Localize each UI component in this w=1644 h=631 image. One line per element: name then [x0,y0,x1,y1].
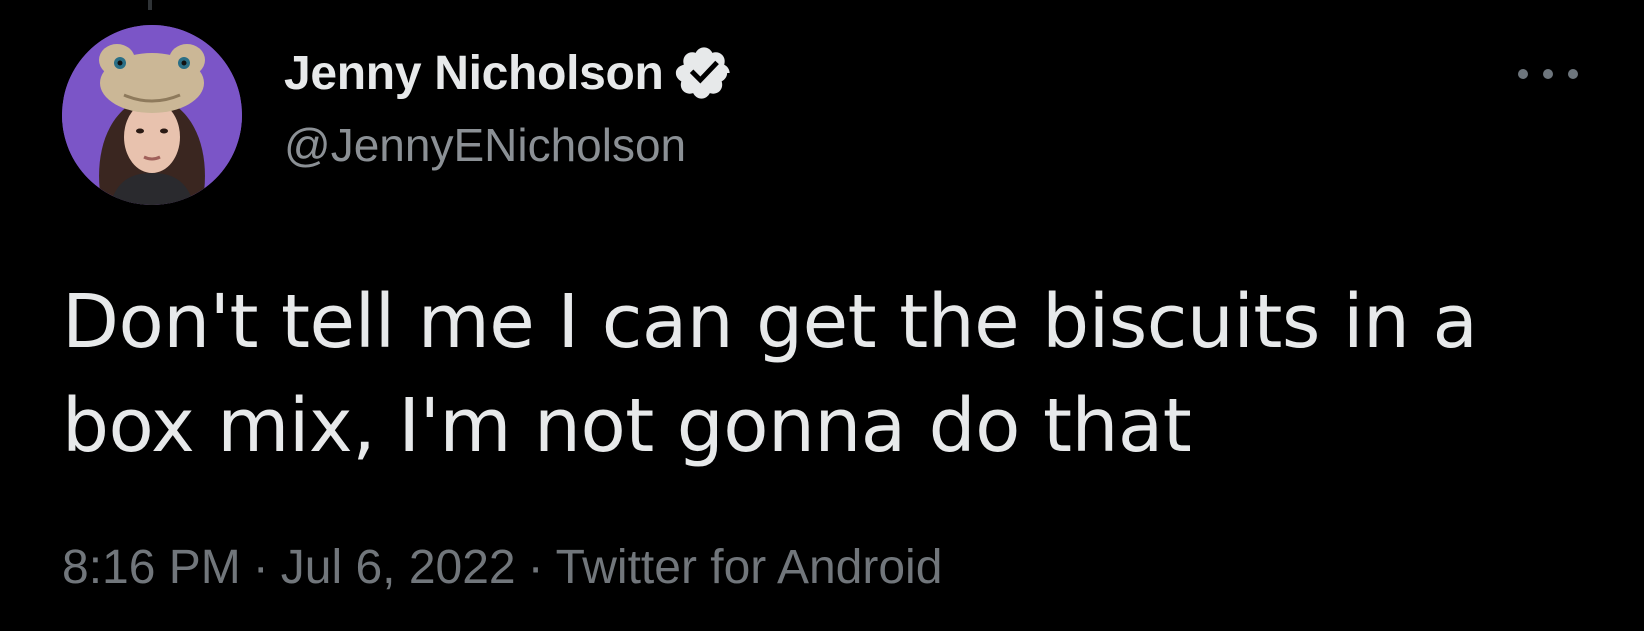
avatar[interactable] [62,25,242,205]
avatar-image [62,25,242,205]
meta-separator: · [252,541,269,594]
meta-separator: · [527,541,544,594]
more-dot [1568,69,1578,79]
more-horizontal-icon[interactable] [1518,56,1578,92]
tweet-meta: 8:16 PM · Jul 6, 2022 · Twitter for Andr… [62,540,942,595]
more-dot [1518,69,1528,79]
tweet-text: Don't tell me I can get the biscuits in … [62,279,1478,469]
thread-connector [148,0,152,10]
author-handle[interactable]: @JennyENicholson [284,118,686,172]
author-name-row[interactable]: Jenny Nicholson [284,42,734,104]
tweet-time[interactable]: 8:16 PM [62,540,241,595]
verified-badge-icon [674,43,734,103]
display-name[interactable]: Jenny Nicholson [284,46,664,101]
tweet-card: Jenny Nicholson @JennyENicholson Don't t… [0,0,1644,631]
more-dot [1543,69,1553,79]
tweet-date[interactable]: Jul 6, 2022 [281,540,516,595]
tweet-source[interactable]: Twitter for Android [556,540,943,595]
